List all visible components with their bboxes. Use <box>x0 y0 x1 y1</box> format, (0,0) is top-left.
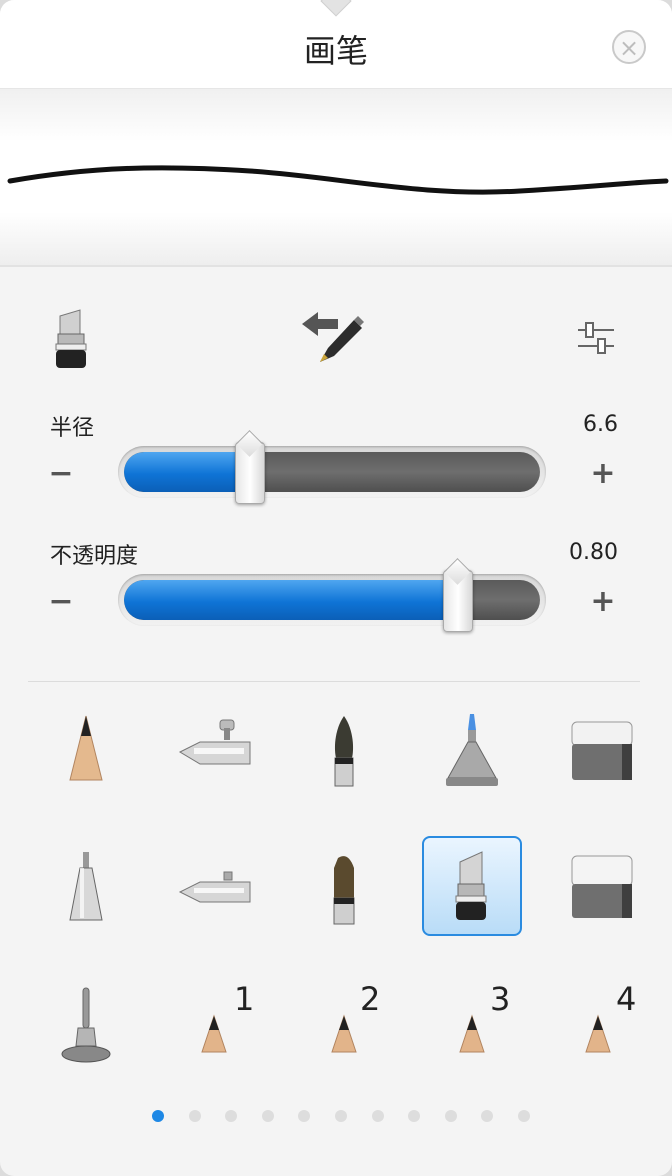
section-divider <box>28 681 640 682</box>
opacity-track <box>124 580 540 620</box>
brush-ballpoint[interactable] <box>36 838 136 938</box>
page-dot[interactable] <box>408 1110 421 1122</box>
brush-custom-3[interactable]: 3 <box>422 980 522 1080</box>
stroke-preview <box>0 89 672 267</box>
brush-pencil[interactable] <box>36 700 136 800</box>
opacity-value: 0.80 <box>569 540 618 565</box>
custom-brush-4-number: 4 <box>616 980 637 1018</box>
marker-icon <box>446 714 498 786</box>
brush-airbrush[interactable] <box>164 700 264 800</box>
brush-custom-2[interactable]: 2 <box>294 980 394 1080</box>
page-indicator[interactable] <box>0 1110 672 1126</box>
radius-slider[interactable] <box>118 442 546 504</box>
airbrush-icon <box>178 719 251 765</box>
smudge-icon <box>61 987 111 1063</box>
page-dot[interactable] <box>444 1110 457 1122</box>
brush-eraser-2[interactable] <box>552 838 652 938</box>
brush-panel: 画笔 × 半径 6.6 − + 不透明度 0.80 − + 1 2 3 4 <box>0 0 672 1176</box>
page-dot[interactable] <box>298 1110 311 1122</box>
radius-fill <box>124 452 249 492</box>
custom-brush-4-icon <box>585 1014 611 1053</box>
settings-sliders-icon[interactable] <box>576 318 616 358</box>
pencil-icon <box>69 715 103 781</box>
radius-value: 6.6 <box>583 412 618 437</box>
opacity-fill <box>124 580 457 620</box>
page-dot[interactable] <box>481 1110 494 1122</box>
ballpoint-icon <box>69 852 103 921</box>
brush-airbrush-2[interactable] <box>164 838 264 938</box>
page-dot[interactable] <box>261 1110 274 1122</box>
brush-eraser[interactable] <box>552 700 652 800</box>
brush-custom-4[interactable]: 4 <box>552 980 652 1080</box>
custom-brush-3-number: 3 <box>490 980 511 1018</box>
opacity-slider[interactable] <box>118 570 546 632</box>
paintbrush-icon <box>334 716 354 787</box>
custom-brush-2-number: 2 <box>360 980 381 1018</box>
page-dot[interactable] <box>152 1110 164 1122</box>
opacity-label: 不透明度 <box>50 544 139 569</box>
opacity-thumb[interactable] <box>442 570 473 632</box>
brush-marker[interactable] <box>422 700 522 800</box>
close-button[interactable]: × <box>612 30 646 64</box>
page-dot[interactable] <box>225 1110 238 1122</box>
radius-label: 半径 <box>50 416 95 441</box>
swap-brush-icon[interactable] <box>298 306 368 370</box>
flat-brush-icon <box>333 856 355 925</box>
opacity-increase-button[interactable]: + <box>588 584 618 619</box>
airbrush-2-icon <box>178 871 251 903</box>
brush-tip-icon[interactable] <box>50 308 90 370</box>
panel-title: 画笔 <box>303 32 368 70</box>
brush-paintbrush[interactable] <box>294 700 394 800</box>
radius-decrease-button[interactable]: − <box>46 456 76 491</box>
page-dot[interactable] <box>371 1110 384 1122</box>
eraser-2-icon <box>571 855 633 918</box>
radius-increase-button[interactable]: + <box>588 456 618 491</box>
custom-brush-1-number: 1 <box>234 980 255 1018</box>
brush-custom-1[interactable]: 1 <box>164 980 264 1080</box>
radius-track <box>124 452 540 492</box>
radius-thumb[interactable] <box>234 442 265 504</box>
chisel-marker-icon <box>455 851 487 920</box>
eraser-icon <box>571 721 633 780</box>
brush-chisel-marker-selected[interactable] <box>422 836 522 936</box>
popover-arrow <box>320 0 352 17</box>
opacity-decrease-button[interactable]: − <box>46 584 76 619</box>
page-dot[interactable] <box>335 1110 347 1122</box>
stroke-preview-line <box>7 165 669 195</box>
brush-smudge[interactable] <box>36 980 136 1080</box>
page-dot[interactable] <box>518 1110 530 1122</box>
panel-header: 画笔 × <box>0 0 672 89</box>
page-dot[interactable] <box>188 1110 201 1122</box>
brush-flat[interactable] <box>294 838 394 938</box>
